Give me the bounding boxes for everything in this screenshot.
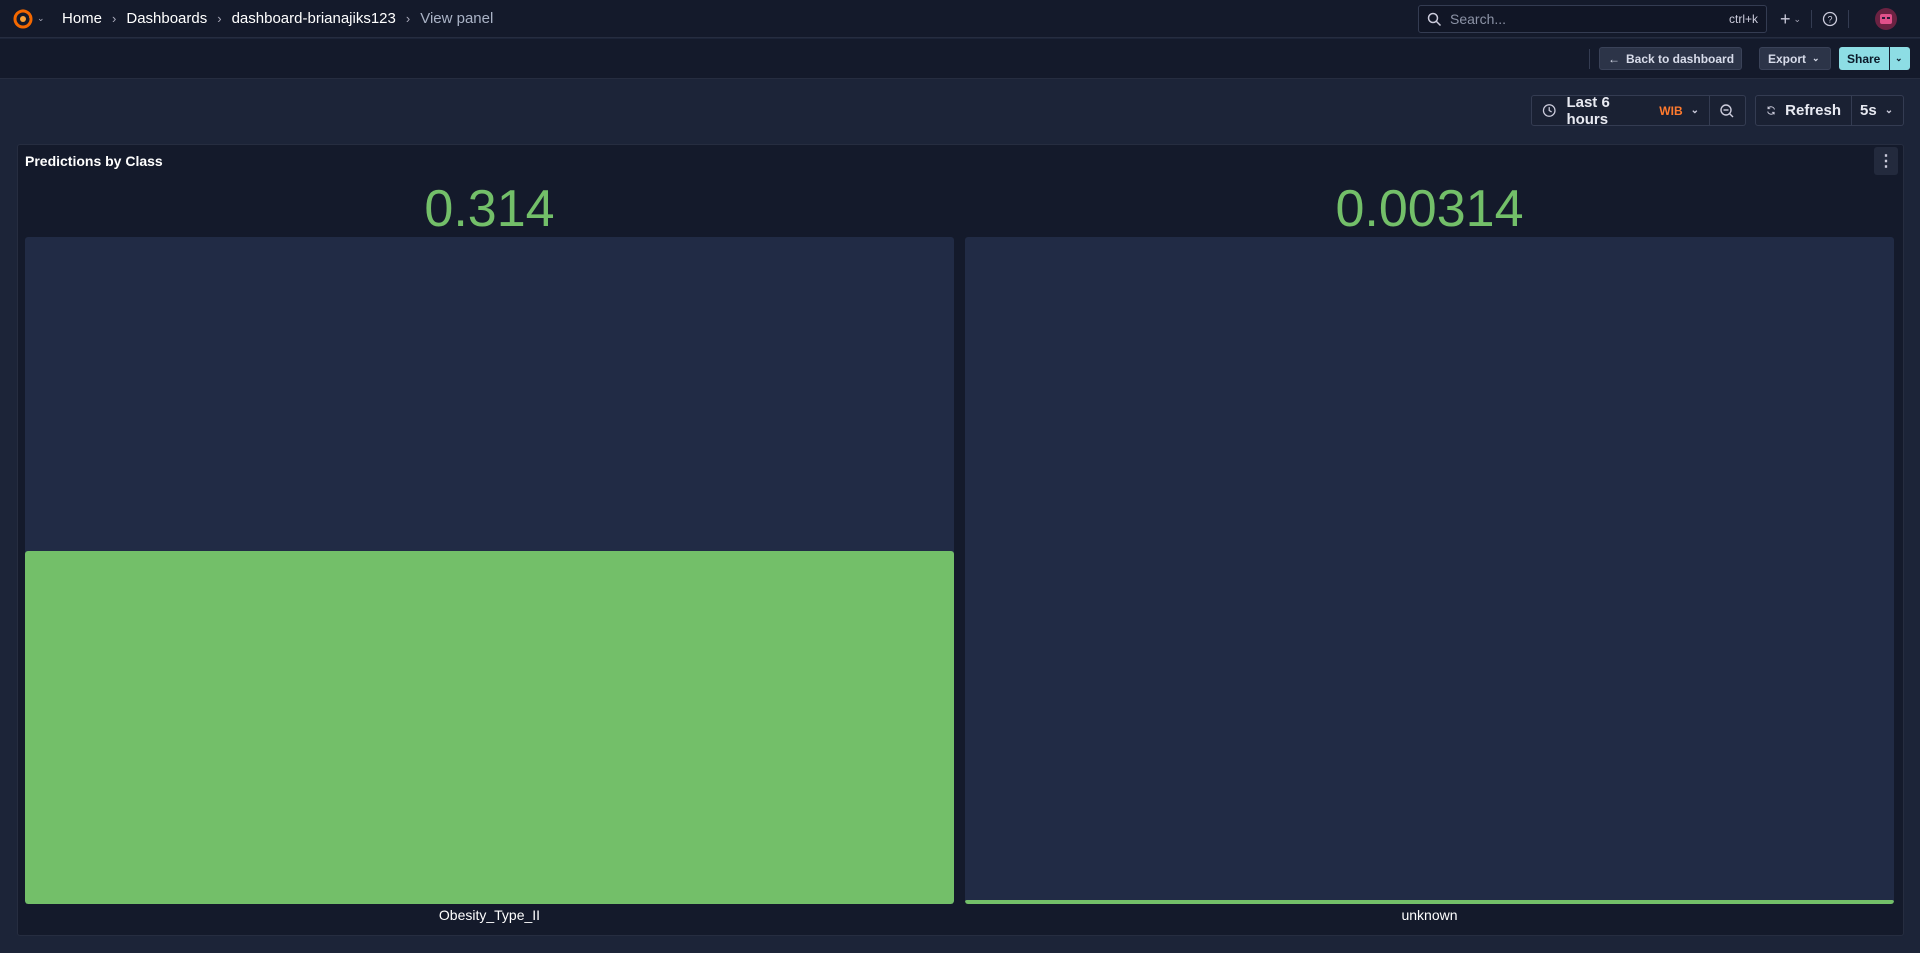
breadcrumb-home[interactable]: Home bbox=[62, 10, 102, 27]
svg-text:?: ? bbox=[1828, 15, 1833, 25]
refresh-interval-picker[interactable]: 5s ⌄ bbox=[1852, 95, 1904, 126]
time-range-controls: Last 6 hours WIB ⌄ bbox=[1531, 93, 1746, 128]
refresh-button[interactable]: Refresh bbox=[1755, 95, 1852, 126]
divider bbox=[1589, 49, 1590, 69]
gauge-value: 0.00314 bbox=[1335, 180, 1524, 238]
chevron-right-icon: › bbox=[112, 11, 117, 26]
zoom-out-button[interactable] bbox=[1710, 95, 1746, 126]
chevron-down-icon: ⌄ bbox=[1812, 53, 1820, 63]
chevron-right-icon: › bbox=[405, 11, 411, 26]
chevron-down-icon: ⌄ bbox=[1793, 13, 1802, 24]
avatar[interactable] bbox=[1875, 8, 1898, 30]
share-label: Share bbox=[1847, 51, 1881, 66]
bar-gauge-panel: Predictions by Class ⋮ 0.314 Obesity_Typ… bbox=[17, 144, 1904, 936]
time-range-label: Last 6 hours bbox=[1566, 93, 1610, 128]
back-to-dashboard-button[interactable]: ← Back to dashboard bbox=[1599, 47, 1742, 70]
chevron-down-icon: ⌄ bbox=[37, 13, 45, 23]
chevron-down-icon: ⌄ bbox=[1884, 105, 1894, 116]
divider bbox=[1848, 10, 1850, 28]
gauge-bar-fill bbox=[965, 900, 1894, 904]
export-button[interactable]: Export ⌄ bbox=[1759, 47, 1831, 70]
breadcrumb-current: View panel bbox=[420, 10, 494, 27]
arrow-left-icon: ← bbox=[1608, 51, 1620, 66]
new-button[interactable]: + bbox=[1780, 9, 1791, 30]
zoom-out-icon bbox=[1720, 103, 1734, 117]
grafana-logo-icon bbox=[13, 8, 33, 28]
search-placeholder: Search... bbox=[1450, 11, 1507, 27]
top-navbar: ⌄ Home › Dashboards › dashboard-brianaji… bbox=[0, 0, 1920, 38]
breadcrumb-dashboard[interactable]: dashboard-brianajiks123 bbox=[232, 10, 396, 27]
gauge-label: Obesity_Type_II bbox=[438, 907, 541, 923]
panel-menu-button[interactable]: ⋮ bbox=[1874, 147, 1898, 175]
refresh-controls: Refresh 5s ⌄ bbox=[1755, 95, 1904, 126]
refresh-icon bbox=[1767, 106, 1775, 115]
search-shortcut: ctrl+k bbox=[1728, 12, 1758, 26]
share-options-button[interactable]: ⌄ bbox=[1890, 47, 1910, 70]
chevron-right-icon: › bbox=[217, 11, 222, 26]
clock-icon bbox=[1542, 104, 1556, 117]
panel-title: Predictions by Class bbox=[25, 153, 163, 169]
more-vertical-icon: ⋮ bbox=[1878, 153, 1894, 170]
dashboard-toolbar: ← Back to dashboard Export ⌄ Share ⌄ bbox=[0, 39, 1920, 79]
refresh-interval-value: 5s bbox=[1860, 102, 1877, 119]
gauge-bar-fill bbox=[25, 551, 954, 904]
user-avatar-icon bbox=[1880, 14, 1893, 24]
gauge-bar bbox=[965, 237, 1894, 904]
share-button[interactable]: Share bbox=[1839, 47, 1889, 70]
search-icon bbox=[1427, 12, 1442, 26]
gauge-bar bbox=[25, 237, 954, 904]
gauge-label: unknown bbox=[1401, 907, 1458, 923]
timezone-badge: WIB bbox=[1659, 103, 1683, 118]
export-label: Export bbox=[1768, 51, 1807, 66]
back-to-dashboard-label: Back to dashboard bbox=[1626, 51, 1735, 66]
divider bbox=[1811, 10, 1813, 28]
breadcrumb-dashboards[interactable]: Dashboards bbox=[126, 10, 207, 27]
help-icon[interactable]: ? bbox=[1822, 11, 1838, 27]
chevron-down-icon: ⌄ bbox=[1690, 105, 1699, 116]
grafana-menu-button[interactable]: ⌄ bbox=[12, 8, 48, 30]
chevron-down-icon: ⌄ bbox=[1895, 53, 1903, 63]
time-range-picker[interactable]: Last 6 hours WIB ⌄ bbox=[1531, 93, 1710, 128]
gauge-value: 0.314 bbox=[424, 180, 555, 238]
search-input[interactable]: Search... ctrl+k bbox=[1418, 5, 1767, 33]
refresh-label: Refresh bbox=[1785, 102, 1841, 119]
breadcrumb: Home › Dashboards › dashboard-brianajiks… bbox=[62, 10, 493, 27]
